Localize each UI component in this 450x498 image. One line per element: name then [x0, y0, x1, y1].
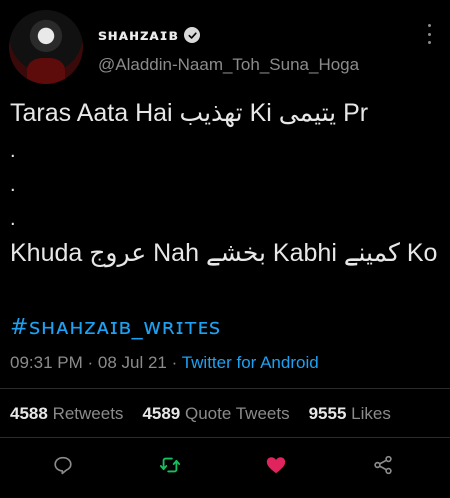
tweet-text-line-1: Taras Aata Hai تھذیب Ki یتیمی Pr [10, 99, 369, 127]
tweet-meta: 09:31 PM · 08 Jul 21 · Twitter for Andro… [10, 353, 319, 373]
retweets-count: 4588 [10, 404, 48, 423]
display-name[interactable]: ꜱʜᴀʜᴢᴀɪʙ [98, 26, 178, 44]
verified-badge-icon [184, 27, 201, 43]
tweet-text-line-2: Khuda عروج Nah بخشے Kabhi کمینے Ko [10, 239, 438, 267]
tweet-text-dot: . [10, 174, 16, 196]
quote-tweets-count: 4589 [142, 404, 181, 423]
avatar[interactable] [9, 10, 83, 84]
likes-stat[interactable]: 9555 Likes [309, 404, 391, 424]
user-handle[interactable]: @Aladdin-Naam_Toh_Suna_Hoga [98, 55, 359, 75]
meta-separator: · [82, 353, 98, 372]
name-row: ꜱʜᴀʜᴢᴀɪʙ [98, 25, 201, 45]
tweet-date: 08 Jul 21 [97, 353, 167, 372]
reply-icon[interactable] [50, 452, 76, 478]
retweet-icon[interactable] [157, 452, 183, 478]
meta-separator: · [166, 353, 182, 372]
retweets-stat[interactable]: 4588 Retweets [10, 404, 123, 424]
likes-count: 9555 [308, 404, 347, 423]
divider [0, 388, 450, 389]
hashtag-link[interactable]: #ꜱʜᴀʜᴢᴀɪʙ_ᴡʀɪᴛᴇꜱ [10, 315, 221, 340]
divider [0, 437, 450, 438]
tweet-header: ꜱʜᴀʜᴢᴀɪʙ @Aladdin-Naam_Toh_Suna_Hoga [0, 0, 450, 88]
tweet-time: 09:31 PM [10, 353, 83, 372]
like-icon[interactable] [263, 452, 289, 478]
more-options-icon[interactable] [424, 24, 434, 44]
quote-tweets-label: Quote Tweets [185, 404, 290, 423]
likes-label: Likes [351, 404, 391, 423]
tweet-text-dot: . [10, 208, 16, 230]
tweet-text-dot: . [10, 140, 16, 162]
retweets-label: Retweets [52, 404, 124, 423]
tweet-stats: 4588 Retweets 4589 Quote Tweets 9555 Lik… [10, 404, 391, 424]
quote-tweets-stat[interactable]: 4589 Quote Tweets [142, 404, 289, 424]
tweet-source-link[interactable]: Twitter for Android [182, 353, 319, 372]
share-icon[interactable] [370, 452, 396, 478]
